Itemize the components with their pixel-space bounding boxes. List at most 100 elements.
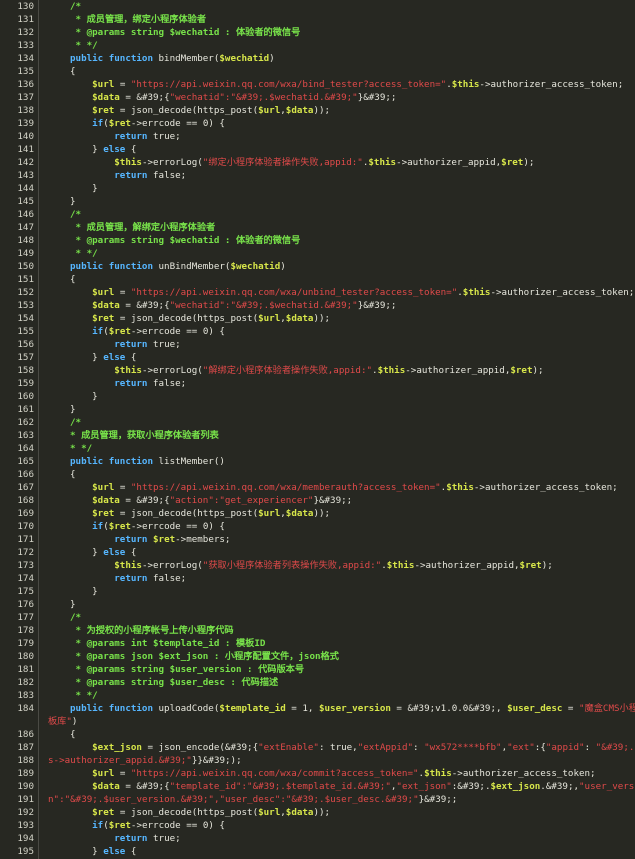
code-line[interactable]: 148 * @params string $wechatid : 体验者的微信号: [0, 234, 635, 247]
code-line[interactable]: 134 public function bindMember($wechatid): [0, 52, 635, 65]
code-line[interactable]: 175 }: [0, 585, 635, 598]
code-line[interactable]: 135 {: [0, 65, 635, 78]
code-line[interactable]: 138 $ret = json_decode(https_post($url,$…: [0, 104, 635, 117]
code-token: ->authorizer_access_token;: [451, 768, 596, 779]
code-token: true;: [153, 833, 181, 844]
code-text: $ret = json_decode(https_post($url,$data…: [70, 104, 635, 117]
code-line[interactable]: 173 $this->errorLog("获取小程序体验者列表操作失败,appi…: [0, 559, 635, 572]
code-text: }: [70, 195, 635, 208]
variable-token: $ret: [92, 313, 115, 324]
code-line[interactable]: 161}: [0, 403, 635, 416]
code-line[interactable]: 193 if($ret->errcode == 0) {: [0, 819, 635, 832]
code-line[interactable]: 132 * @params string $wechatid : 体验者的微信号: [0, 26, 635, 39]
code-line[interactable]: 143 return false;: [0, 169, 635, 182]
code-line[interactable]: 160 }: [0, 390, 635, 403]
code-line[interactable]: 163 * 成员管理，获取小程序体验者列表: [0, 429, 635, 442]
code-line[interactable]: 186 {: [0, 728, 635, 741]
code-line[interactable]: 167 $url = "https://api.weixin.qq.com/wx…: [0, 481, 635, 494]
code-line[interactable]: 155 if($ret->errcode == 0) {: [0, 325, 635, 338]
code-line[interactable]: 156 return true;: [0, 338, 635, 351]
code-token: );: [532, 365, 544, 376]
line-number: 176: [17, 599, 34, 610]
code-line[interactable]: 142 $this->errorLog("绑定小程序体验者操作失败,appid:…: [0, 156, 635, 169]
code-line[interactable]: 168 $data = &#39;{"action":"get_experien…: [0, 494, 635, 507]
code-line[interactable]: 153 $data = &#39;{"wechatid":"&#39;.$wec…: [0, 299, 635, 312]
code-line[interactable]: 140 return true;: [0, 130, 635, 143]
code-token: :&#39;.: [451, 781, 491, 792]
code-line[interactable]: 192 $ret = json_decode(https_post($url,$…: [0, 806, 635, 819]
code-line[interactable]: 189 $url = "https://api.weixin.qq.com/wx…: [0, 767, 635, 780]
code-line[interactable]: 179 * @params int $template_id : 模板ID: [0, 637, 635, 650]
code-line[interactable]: 146 /*: [0, 208, 635, 221]
code-text: * 成员管理，绑定小程序体验者: [70, 13, 635, 26]
code-line[interactable]: 194 return true;: [0, 832, 635, 845]
code-line[interactable]: 165 public function listMember(): [0, 455, 635, 468]
code-line[interactable]: 176}: [0, 598, 635, 611]
code-line[interactable]: 板库"): [0, 715, 635, 728]
code-line[interactable]: 162 /*: [0, 416, 635, 429]
code-line[interactable]: 166 {: [0, 468, 635, 481]
code-line[interactable]: 188 s->authorizer_appid.&#39;"}}&#39;);: [0, 754, 635, 767]
variable-token: $ret: [510, 365, 533, 376]
code-line[interactable]: 183 * */: [0, 689, 635, 702]
code-line[interactable]: 184 public function uploadCode($template_…: [0, 702, 635, 715]
code-line[interactable]: 182 * @params string $user_desc : 代码描述: [0, 676, 635, 689]
code-line[interactable]: 195 } else {: [0, 845, 635, 858]
variable-token: $user_version: [318, 703, 391, 714]
code-token: ->errcode == 0) {: [130, 118, 225, 129]
variable-token: $this: [114, 365, 142, 376]
string-token: "appid": [545, 742, 585, 753]
code-line[interactable]: 159 return false;: [0, 377, 635, 390]
code-line[interactable]: 181 * @params string $user_version : 代码版…: [0, 663, 635, 676]
code-line[interactable]: 170 if($ret->errcode == 0) {: [0, 520, 635, 533]
code-text: }: [70, 598, 635, 611]
code-line[interactable]: 158 $this->errorLog("解绑定小程序体验者操作失败,appid…: [0, 364, 635, 377]
code-line[interactable]: 157 } else {: [0, 351, 635, 364]
code-line[interactable]: 149 * */: [0, 247, 635, 260]
line-number: 150: [17, 261, 34, 272]
code-line[interactable]: 191 n":"&#39;.$user_version.&#39;","user_…: [0, 793, 635, 806]
code-line[interactable]: 190 $data = &#39;{"template_id":"&#39;.$…: [0, 780, 635, 793]
code-token: }: [70, 846, 104, 857]
code-line[interactable]: 187 $ext_json = json_encode(&#39;{"extEn…: [0, 741, 635, 754]
keyword-token: else: [103, 352, 131, 363]
line-number: 137: [17, 92, 34, 103]
code-line[interactable]: 154 $ret = json_decode(https_post($url,$…: [0, 312, 635, 325]
code-line[interactable]: 150 public function unBindMember($wechati…: [0, 260, 635, 273]
code-line[interactable]: 164 * */: [0, 442, 635, 455]
code-token: =: [114, 482, 131, 493]
code-line[interactable]: 177 /*: [0, 611, 635, 624]
code-line[interactable]: 180 * @params json $ext_json : 小程序配置文件，j…: [0, 650, 635, 663]
line-number: 133: [17, 40, 34, 51]
code-token: = json_encode(&#39;{: [141, 742, 259, 753]
code-line[interactable]: 144 }: [0, 182, 635, 195]
code-line[interactable]: 152 $url = "https://api.weixin.qq.com/wx…: [0, 286, 635, 299]
code-line[interactable]: 178 * 为授权的小程序帐号上传小程序代码: [0, 624, 635, 637]
code-line[interactable]: 169 $ret = json_decode(https_post($url,$…: [0, 507, 635, 520]
code-line[interactable]: 136 $url = "https://api.weixin.qq.com/wx…: [0, 78, 635, 91]
code-line[interactable]: 133 * */: [0, 39, 635, 52]
line-number: 147: [17, 222, 34, 233]
code-line[interactable]: 130 /*: [0, 0, 635, 13]
variable-token: $ret: [519, 560, 542, 571]
keyword-token: return: [114, 339, 153, 350]
variable-token: $wechatid: [230, 261, 281, 272]
code-line[interactable]: 147 * 成员管理，解绑定小程序体验者: [0, 221, 635, 234]
code-line[interactable]: 131 * 成员管理，绑定小程序体验者: [0, 13, 635, 26]
line-number: 168: [17, 495, 34, 506]
code-line[interactable]: 172 } else {: [0, 546, 635, 559]
code-editor[interactable]: 130/* 131 * 成员管理，绑定小程序体验者 132 * @params st…: [0, 0, 635, 859]
code-line[interactable]: 141 } else {: [0, 143, 635, 156]
comment-token: * @params string $user_desc : 代码描述: [70, 677, 279, 688]
code-line[interactable]: 151 {: [0, 273, 635, 286]
code-line[interactable]: 145}: [0, 195, 635, 208]
code-line[interactable]: 137 $data = &#39;{"wechatid":"&#39;.$wec…: [0, 91, 635, 104]
code-text: {: [70, 728, 635, 741]
line-number: 195: [17, 846, 34, 857]
code-line[interactable]: 139 if($ret->errcode == 0) {: [0, 117, 635, 130]
code-line[interactable]: 171 return $ret->members;: [0, 533, 635, 546]
line-number: 135: [17, 66, 34, 77]
code-line[interactable]: 174 return false;: [0, 572, 635, 585]
